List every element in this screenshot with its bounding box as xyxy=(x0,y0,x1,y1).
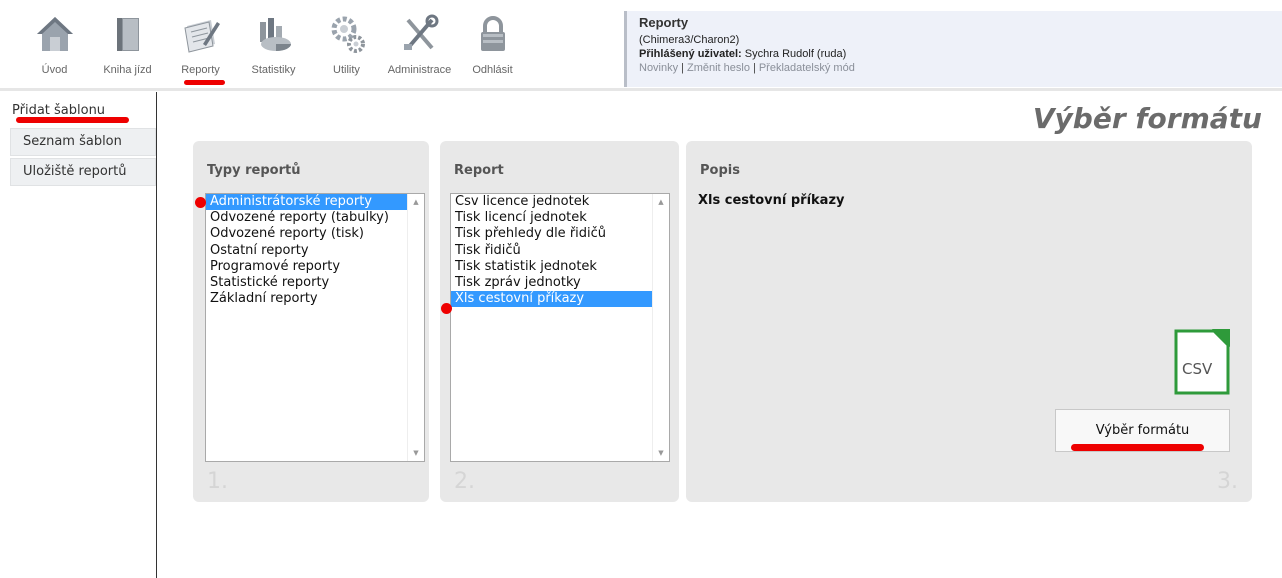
list-option[interactable]: Administrátorské reporty xyxy=(206,194,424,211)
nav-item-utility[interactable]: Utility xyxy=(310,8,383,80)
step-number: 1. xyxy=(207,469,228,494)
nav-item-kniha-jizd[interactable]: Kniha jízd xyxy=(91,8,164,80)
scrollbar[interactable]: ▲ ▼ xyxy=(652,194,669,461)
sidebar: Přidat šablonu Seznam šablon Uložiště re… xyxy=(10,92,157,578)
nav-label: Utility xyxy=(333,64,360,76)
panel-heading: Popis xyxy=(700,163,740,178)
report-types-list[interactable]: Administrátorské reporty Odvozené report… xyxy=(205,193,425,462)
tools-icon xyxy=(403,14,438,50)
sidebar-item-uloziste-reportu[interactable]: Uložiště reportů xyxy=(10,158,156,186)
nav-label: Kniha jízd xyxy=(103,64,152,76)
step-number: 3. xyxy=(1217,469,1238,494)
nav-label: Odhlásit xyxy=(472,64,513,76)
logged-user: Přihlášený uživatel: Sychra Rudolf (ruda… xyxy=(639,48,846,60)
statistics-icon xyxy=(259,18,291,51)
section-title: Reporty xyxy=(639,15,689,30)
list-option[interactable]: Tisk statistik jednotek xyxy=(451,259,669,275)
list-option[interactable]: Programové reporty xyxy=(206,259,424,275)
list-option[interactable]: Tisk přehledy dle řidičů xyxy=(451,226,669,242)
panel-heading: Report xyxy=(454,163,504,178)
scroll-up-icon[interactable]: ▲ xyxy=(653,194,669,210)
user-value: Sychra Rudolf (ruda) xyxy=(744,48,847,60)
list-option[interactable]: Odvozené reporty (tabulky) xyxy=(206,210,424,226)
nav-label: Statistiky xyxy=(251,64,296,76)
list-option[interactable]: Tisk licencí jednotek xyxy=(451,210,669,226)
csv-icon-label: CSV xyxy=(1182,360,1213,378)
book-icon xyxy=(116,18,139,51)
list-option[interactable]: Základní reporty xyxy=(206,291,424,307)
list-option[interactable]: Ostatní reporty xyxy=(206,243,424,259)
home-icon xyxy=(36,17,73,51)
nav-label: Administrace xyxy=(387,64,452,76)
user-links: Novinky | Změnit heslo | Překladatelský mód xyxy=(639,62,855,74)
scroll-up-icon[interactable]: ▲ xyxy=(408,194,424,210)
nav-item-statistiky[interactable]: Statistiky xyxy=(237,8,310,80)
list-option[interactable]: Csv licence jednotek xyxy=(451,194,669,210)
top-bar: Úvod Kniha jízd Reporty Statistiky Utili… xyxy=(0,0,1282,91)
nav-item-odhlasit[interactable]: Odhlásit xyxy=(456,8,529,80)
csv-file-icon: CSV xyxy=(1174,329,1230,395)
lock-icon xyxy=(480,16,505,51)
sidebar-active-marker xyxy=(16,117,129,123)
list-option[interactable]: Xls cestovní příkazy xyxy=(451,291,669,308)
active-nav-marker xyxy=(184,80,225,85)
annotation-dot xyxy=(441,303,452,314)
link-prekladatelsky-mod[interactable]: Překladatelský mód xyxy=(759,62,855,74)
step-number: 2. xyxy=(454,469,475,494)
report-list[interactable]: Csv licence jednotek Tisk licencí jednot… xyxy=(450,193,670,462)
user-info-box: Reporty (Chimera3/Charon2) Přihlášený už… xyxy=(624,11,1282,87)
main-nav: Úvod Kniha jízd Reporty Statistiky Utili… xyxy=(18,8,529,85)
panel-description: Popis Xls cestovní příkazy CSV Výběr for… xyxy=(686,141,1252,502)
nav-label: Úvod xyxy=(41,64,68,76)
page-title: Výběr formátu xyxy=(1032,102,1262,135)
scrollbar[interactable]: ▲ ▼ xyxy=(407,194,424,461)
panel-report-types: Typy reportů Administrátorské reporty Od… xyxy=(193,141,429,502)
link-novinky[interactable]: Novinky xyxy=(639,62,678,74)
list-option[interactable]: Statistické reporty xyxy=(206,275,424,291)
gears-icon xyxy=(331,16,365,53)
sidebar-item-seznam-sablon[interactable]: Seznam šablon xyxy=(10,128,156,156)
scroll-down-icon[interactable]: ▼ xyxy=(653,445,669,461)
annotation-dot xyxy=(195,197,206,208)
panel-heading: Typy reportů xyxy=(207,163,301,178)
link-zmenit-heslo[interactable]: Změnit heslo xyxy=(687,62,750,74)
user-label: Přihlášený uživatel: xyxy=(639,48,742,60)
server-name: (Chimera3/Charon2) xyxy=(639,34,740,46)
panel-report: Report Csv licence jednotek Tisk licencí… xyxy=(440,141,679,502)
reports-icon xyxy=(183,20,220,53)
scroll-down-icon[interactable]: ▼ xyxy=(408,445,424,461)
nav-item-reporty[interactable]: Reporty xyxy=(164,8,237,85)
list-option[interactable]: Tisk řidičů xyxy=(451,243,669,259)
nav-item-administrace[interactable]: Administrace xyxy=(383,8,456,80)
description-text: Xls cestovní příkazy xyxy=(698,193,845,208)
list-option[interactable]: Tisk zpráv jednotky xyxy=(451,275,669,291)
list-option[interactable]: Odvozené reporty (tisk) xyxy=(206,226,424,242)
nav-item-uvod[interactable]: Úvod xyxy=(18,8,91,80)
nav-label: Reporty xyxy=(181,64,220,76)
button-annotation-marker xyxy=(1071,444,1204,451)
